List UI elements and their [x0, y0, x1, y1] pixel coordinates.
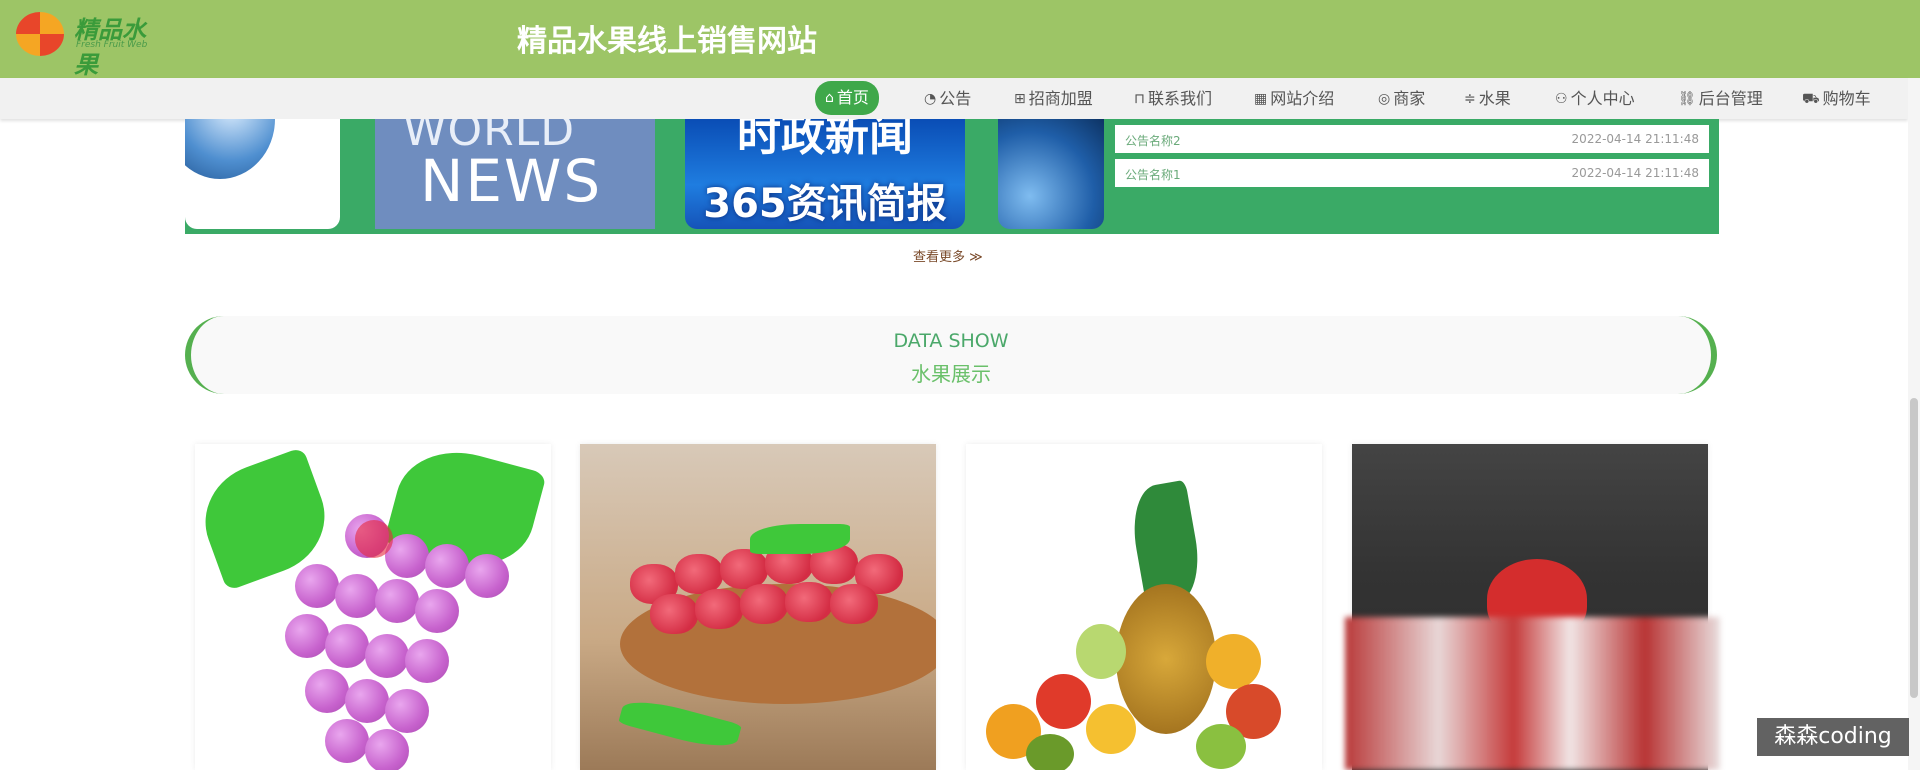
pear-graphic [1076, 624, 1126, 679]
dashboard-icon: ◔ [924, 91, 937, 107]
nav-label: 后台管理 [1698, 89, 1763, 108]
watermark: 森森coding [1757, 718, 1909, 756]
grape-graphic [345, 679, 389, 723]
nav-label: 水果 [1478, 89, 1511, 108]
berry-graphic [830, 584, 878, 624]
pineapple-graphic [1116, 584, 1216, 734]
grape-graphic [375, 579, 419, 623]
news-text: NEWS [420, 147, 603, 215]
section-title-en: DATA SHOW [893, 330, 1009, 352]
notice-date: 2022-04-14 21:11:48 [1571, 166, 1699, 180]
nav-label: 首页 [836, 88, 869, 107]
orange-graphic [1206, 634, 1261, 689]
leaf-graphic [750, 524, 850, 554]
logo-subtext: Fresh Fruit Web [76, 40, 148, 50]
lemon-graphic [1086, 704, 1136, 754]
news-image-globe[interactable] [185, 119, 340, 229]
nav-label: 购物车 [1822, 89, 1871, 108]
page-scrollbar[interactable] [1908, 78, 1920, 770]
nav-label: 个人中心 [1570, 89, 1635, 108]
cn-news-subtitle: 365资讯简报 [703, 181, 947, 227]
nav-item-cart[interactable]: ⛟ 购物车 [1802, 86, 1871, 112]
nav-label: 招商加盟 [1028, 89, 1093, 108]
blurred-overlay-image [1345, 617, 1720, 770]
news-image-365[interactable]: 时政新闻 365资讯简报 [685, 119, 965, 229]
nav-label: 商家 [1393, 89, 1426, 108]
sliders-icon: ≑ [1464, 91, 1476, 107]
site-logo[interactable]: 精品水果 Fresh Fruit Web [16, 8, 166, 79]
product-card-raspberry[interactable] [580, 444, 936, 770]
nav-item-profile[interactable]: ⚇ 个人中心 [1555, 86, 1635, 112]
nav-item-home[interactable]: ⌂ 首页 [815, 81, 879, 115]
apple-graphic [1036, 674, 1091, 729]
store-icon: ⊓ [1134, 91, 1145, 107]
nav-item-about[interactable]: ▦ 网站介绍 [1254, 86, 1334, 112]
berry-graphic [650, 594, 698, 634]
grape-graphic [295, 564, 339, 608]
news-panel: WORLD NEWS 时政新闻 365资讯简报 公告名称2 2022-04-14… [185, 119, 1719, 234]
grape-graphic [365, 634, 409, 678]
top-header: 精品水果 Fresh Fruit Web 精品水果线上销售网站 [0, 0, 1920, 79]
berry-graphic [695, 589, 743, 629]
nav-item-notice[interactable]: ◔ 公告 [924, 86, 971, 112]
nav-label: 网站介绍 [1270, 89, 1335, 108]
grape-graphic [465, 554, 509, 598]
scrollbar-thumb[interactable] [1910, 398, 1918, 698]
kiwi-graphic [1026, 734, 1074, 770]
grape-graphic [365, 729, 409, 770]
nav-item-join[interactable]: ⊞ 招商加盟 [1014, 86, 1093, 112]
grid-icon: ▦ [1254, 91, 1268, 107]
nav-item-fruit[interactable]: ≑ 水果 [1464, 86, 1511, 112]
leaf-graphic [618, 693, 742, 755]
logo-fruit-icon [16, 12, 64, 56]
grape-graphic [325, 624, 369, 668]
site-title: 精品水果线上销售网站 [517, 24, 817, 59]
notice-item[interactable]: 公告名称1 2022-04-14 21:11:48 [1115, 159, 1709, 187]
grape-graphic [385, 689, 429, 733]
nav-item-contact[interactable]: ⊓ 联系我们 [1134, 86, 1212, 112]
cart-icon: ⛟ [1802, 91, 1820, 107]
product-card-grape[interactable] [195, 444, 551, 770]
palette-icon: ◎ [1378, 91, 1391, 107]
grape-graphic [415, 589, 459, 633]
grape-graphic [425, 544, 469, 588]
grape-graphic [335, 574, 379, 618]
berry-graphic [720, 549, 768, 589]
view-more-link[interactable]: 查看更多 ≫ [913, 246, 983, 265]
section-header: DATA SHOW 水果展示 [185, 316, 1717, 394]
nav-item-merchant[interactable]: ◎ 商家 [1378, 86, 1425, 112]
news-image-blue[interactable] [998, 119, 1104, 229]
grape-graphic [285, 614, 329, 658]
notice-name: 公告名称1 [1125, 168, 1181, 182]
section-title-zh: 水果展示 [911, 362, 991, 386]
globe-graphic [185, 119, 275, 179]
home-icon: ⌂ [825, 90, 834, 106]
nav-label: 联系我们 [1147, 89, 1212, 108]
gift-icon: ⊞ [1014, 91, 1026, 107]
news-image-world-news[interactable]: WORLD NEWS [375, 119, 655, 229]
notice-item[interactable]: 公告名称2 2022-04-14 21:11:48 [1115, 125, 1709, 153]
grape-graphic [405, 639, 449, 683]
nav-label: 公告 [939, 89, 972, 108]
berry-graphic [675, 554, 723, 594]
notice-name: 公告名称2 [1125, 134, 1181, 148]
product-card-mixed-fruit[interactable] [966, 444, 1322, 770]
berry-graphic [740, 584, 788, 624]
user-icon: ⚇ [1555, 91, 1568, 107]
grape-graphic [305, 669, 349, 713]
mouse-cursor-highlight [355, 520, 393, 558]
cn-news-title: 时政新闻 [737, 119, 913, 161]
notice-date: 2022-04-14 21:11:48 [1571, 132, 1699, 146]
berry-graphic [785, 582, 833, 622]
link-icon: ⛓ [1678, 91, 1696, 107]
nav-item-admin[interactable]: ⛓ 后台管理 [1678, 86, 1763, 112]
grape-graphic [325, 719, 369, 763]
main-nav: ⌂ 首页 ◔ 公告 ⊞ 招商加盟 ⊓ 联系我们 ▦ 网站介绍 ◎ 商家 ≑ 水果 ⚇ 个人中心 … [0, 78, 1908, 119]
lime-graphic [1196, 724, 1246, 769]
